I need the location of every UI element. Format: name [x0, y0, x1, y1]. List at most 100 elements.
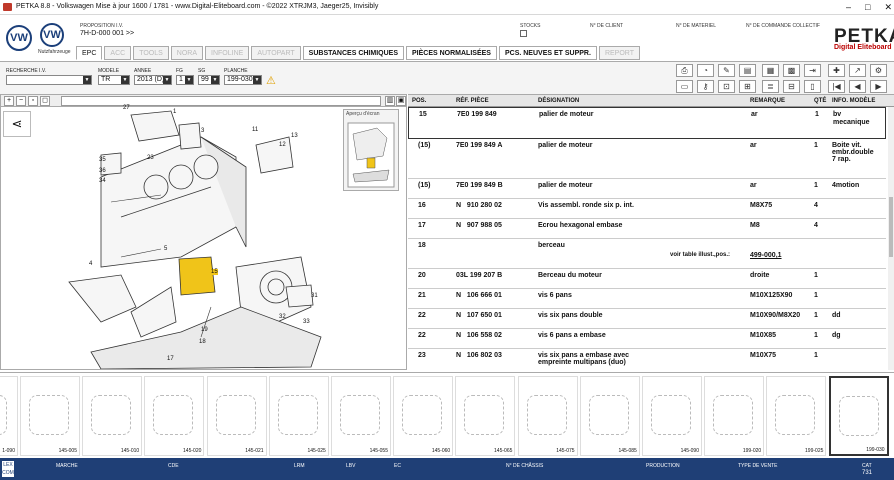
callout-33[interactable]: 33 — [303, 319, 310, 325]
print-icon[interactable]: ⎙ — [676, 64, 693, 77]
col-pos[interactable]: POS. — [412, 98, 426, 104]
cross-reference-link[interactable]: 499-000,1 — [750, 252, 782, 259]
scroll-thumb[interactable] — [889, 197, 893, 257]
callout-23[interactable]: 23 — [147, 155, 154, 161]
table-row[interactable]: 16 N 910 280 02 Vis assembl. ronde six p. … — [408, 199, 886, 219]
lock-icon[interactable]: ⊡ — [718, 80, 735, 93]
folder-icon[interactable]: ▤ — [739, 64, 756, 77]
calculator-icon[interactable]: ▭ — [676, 80, 693, 93]
key-icon[interactable]: ⚷ — [697, 80, 714, 93]
table-scrollbar[interactable] — [888, 107, 894, 370]
tab-acc[interactable]: ACC — [104, 46, 132, 60]
export-icon[interactable]: ⇥ — [804, 64, 821, 77]
pin-icon[interactable]: ✚ — [828, 64, 845, 77]
plate-thumbnail[interactable]: 145-075 — [517, 376, 578, 456]
maximize-icon[interactable]: □ — [865, 0, 870, 14]
zoom-in-icon[interactable]: + — [4, 96, 14, 106]
col-qty[interactable]: QTÉ — [814, 98, 826, 104]
plate-thumbnail[interactable]: 145-005 — [20, 376, 80, 456]
chevron-down-icon[interactable]: ▼ — [121, 76, 129, 84]
table-icon[interactable]: ⊟ — [783, 80, 800, 93]
zoom-reset-icon[interactable]: ◻ — [40, 96, 50, 106]
expand-icon[interactable]: ↗ — [849, 64, 866, 77]
tab-pcs-neuves-et-suppr[interactable]: PCS. NEUVES ET SUPPR. — [498, 46, 597, 60]
notes-icon[interactable]: ≣ — [762, 80, 779, 93]
callout-15[interactable]: 15 — [211, 269, 218, 275]
list-icon[interactable]: ▦ — [762, 64, 779, 77]
table-row[interactable]: 20 03L 199 207 B Berceau du moteur droite 1 — [408, 269, 886, 289]
col-designation[interactable]: DÉSIGNATION — [538, 98, 579, 104]
proposition-value[interactable]: 7H-D-000 001 >> — [80, 30, 134, 37]
pencil-icon[interactable]: ✎ — [718, 64, 735, 77]
plate-thumbnail[interactable]: 145-060 — [393, 376, 454, 456]
plate-thumbnail[interactable]: 1-090 — [0, 376, 18, 456]
screen-preview[interactable]: Aperçu d'écran — [343, 109, 399, 191]
table-row[interactable]: 15 7E0 199 849 palier de moteur ar 1 bv mecan… — [408, 107, 886, 139]
zoom-slider[interactable] — [61, 96, 381, 106]
zoom-fit-icon[interactable]: ▫ — [28, 96, 38, 106]
plate-thumbnail[interactable]: 145-055 — [331, 376, 391, 456]
plate-thumbnail[interactable]: 145-090 — [642, 376, 702, 456]
zoom-out-icon[interactable]: − — [16, 96, 26, 106]
wheel-icon[interactable]: ◔ — [697, 64, 714, 77]
plate-thumbnail[interactable]: 145-020 — [144, 376, 205, 456]
layout-icon[interactable]: ▥ — [385, 96, 395, 106]
callout-36[interactable]: 36 — [99, 168, 106, 174]
window-icon[interactable]: ▣ — [396, 96, 406, 106]
callout-13[interactable]: 13 — [291, 133, 298, 139]
table-row[interactable]: 22 N 106 558 02 vis 6 pans a embase M10X85 1… — [408, 329, 886, 349]
tab-substances-chimiques[interactable]: SUBSTANCES CHIMIQUES — [302, 46, 404, 60]
callout-19[interactable]: 19 — [201, 327, 208, 333]
tab-infoline[interactable]: INFOLINE — [205, 46, 250, 60]
first-page-icon[interactable]: |◀ — [828, 80, 845, 93]
callout-32[interactable]: 32 — [279, 314, 286, 320]
stocks-checkbox[interactable] — [520, 30, 527, 37]
tab-autopart[interactable]: AUTOPART — [251, 46, 301, 60]
plate-thumbnail[interactable]: 199-020 — [704, 376, 765, 456]
plate-select[interactable]: 199-030 ▼ — [224, 75, 262, 85]
prev-page-icon[interactable]: ◀ — [849, 80, 866, 93]
callout-18[interactable]: 18 — [199, 339, 206, 345]
callout-35[interactable]: 35 — [99, 157, 106, 163]
table-row[interactable]: (15) 7E0 199 849 A palier de moteur ar 1 Boit… — [408, 139, 886, 179]
year-select[interactable]: 2013 (D) ▼ — [134, 75, 172, 85]
share-icon[interactable]: ⋖ — [3, 111, 31, 137]
chevron-down-icon[interactable]: ▼ — [253, 76, 261, 84]
tab-nora[interactable]: NORA — [170, 46, 204, 60]
callout-17[interactable]: 17 — [167, 356, 174, 362]
tab-report[interactable]: REPORT — [598, 46, 640, 60]
search-input[interactable]: ▼ — [6, 75, 92, 85]
next-page-icon[interactable]: ▶ — [870, 80, 887, 93]
table-row[interactable]: 21 N 106 666 01 vis 6 pans M10X125X90 1 — [408, 289, 886, 309]
chevron-down-icon[interactable]: ▼ — [163, 76, 171, 84]
plate-thumbnail[interactable]: 145-065 — [455, 376, 516, 456]
plate-thumbnail[interactable]: 145-085 — [579, 376, 640, 456]
callout-11[interactable]: 11 — [252, 127, 258, 133]
plate-thumbnail[interactable]: 145-010 — [82, 376, 143, 456]
plate-thumbnail[interactable]: 199-025 — [766, 376, 827, 456]
chevron-down-icon[interactable]: ▼ — [185, 76, 193, 84]
callout-4[interactable]: 4 — [89, 261, 92, 267]
col-ref[interactable]: RÉF. PIÈCE — [456, 98, 489, 104]
plate-thumbnail[interactable]: 199-030 — [828, 376, 889, 456]
cart-icon[interactable]: ⊞ — [739, 80, 756, 93]
table-row[interactable]: (15) 7E0 199 849 B palier de moteur ar 1 4mot… — [408, 179, 886, 199]
table-row[interactable]: 23 N 106 802 03 vis six pans a embase avec… — [408, 349, 886, 370]
col-info[interactable]: INFO. MODÈLE — [832, 98, 875, 104]
callout-3[interactable]: 3 — [201, 128, 204, 134]
callout-1[interactable]: 1 — [173, 109, 176, 115]
chevron-down-icon[interactable]: ▼ — [211, 76, 219, 84]
plate-thumbnail[interactable]: 145-025 — [268, 376, 329, 456]
illustration-pane[interactable]: + − ▫ ◻ ▥ ▣ ⋖ 27 1 3 35 36 34 23 11 12 1… — [0, 94, 407, 370]
close-icon[interactable]: ✕ — [884, 0, 892, 14]
callout-31[interactable]: 31 — [311, 293, 318, 299]
grid-icon[interactable]: ▩ — [783, 64, 800, 77]
callout-12[interactable]: 12 — [279, 142, 286, 148]
tab-tools[interactable]: TOOLS — [133, 46, 169, 60]
table-row[interactable]: 17 N 907 988 05 Ecrou hexagonal embase M8 4 — [408, 219, 886, 239]
warning-icon[interactable]: ⚠ — [266, 74, 276, 87]
callout-34[interactable]: 34 — [99, 178, 106, 184]
plate-thumbnail[interactable]: 145-021 — [206, 376, 267, 456]
fg-select[interactable]: 1 ▼ — [176, 75, 194, 85]
tab-pi-ces-normalis-es[interactable]: PIÈCES NORMALISÉES — [406, 46, 497, 60]
